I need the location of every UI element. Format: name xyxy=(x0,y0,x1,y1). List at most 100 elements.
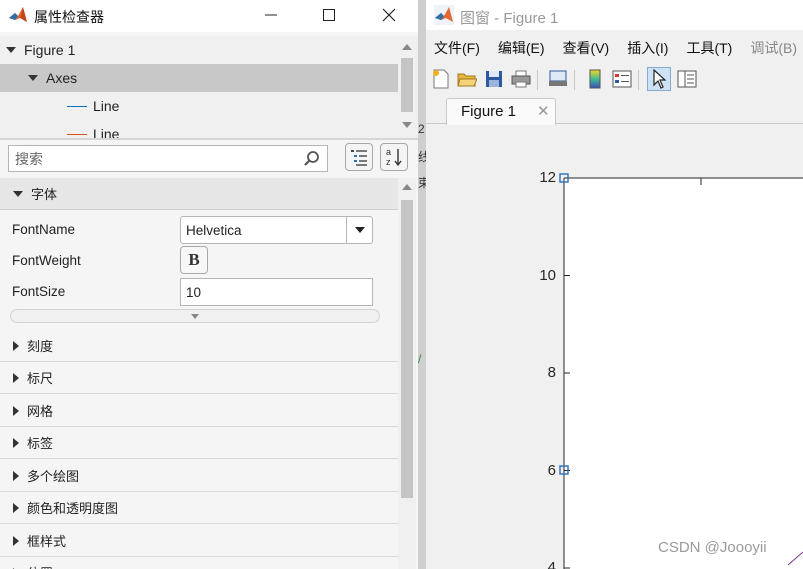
collapse-arrow-icon[interactable] xyxy=(6,47,16,53)
tree-item-figure[interactable]: Figure 1 xyxy=(0,36,398,64)
legend-icon xyxy=(612,70,632,88)
axes[interactable] xyxy=(426,125,803,569)
figure-window: 图窗 - Figure 1 文件(F) 编辑(E) 查看(V) 插入(I) 工具… xyxy=(426,0,803,569)
expand-arrow-icon xyxy=(13,405,19,416)
axes-background xyxy=(564,178,803,569)
section-labels[interactable]: 标签 xyxy=(0,427,398,459)
expand-arrow-icon xyxy=(13,372,19,383)
insert-colorbar-button[interactable] xyxy=(583,67,607,91)
section-color-transparency[interactable]: 颜色和透明度图 xyxy=(0,492,398,524)
show-more-properties-button[interactable] xyxy=(10,309,380,323)
section-label: 标尺 xyxy=(27,371,54,386)
fontname-dropdown[interactable]: Helvetica xyxy=(180,216,373,244)
matlab-logo-icon xyxy=(9,7,27,22)
line-color-icon xyxy=(67,133,87,135)
expand-arrow-icon xyxy=(13,340,19,351)
tab-figure-1[interactable]: Figure 1 ✕ xyxy=(446,98,556,125)
scrollbar-thumb[interactable] xyxy=(401,200,413,498)
section-box-styling[interactable]: 框样式 xyxy=(0,525,398,557)
y-tick-label: 10 xyxy=(539,266,556,284)
properties-scrollbar[interactable] xyxy=(398,178,416,569)
scroll-up-icon[interactable] xyxy=(402,184,412,190)
menu-bar: 文件(F) 编辑(E) 查看(V) 插入(I) 工具(T) 调试(B) xyxy=(426,35,803,61)
section-ticks[interactable]: 刻度 xyxy=(0,330,398,362)
link-plot-button[interactable] xyxy=(546,67,570,91)
collapse-arrow-icon[interactable] xyxy=(28,75,38,81)
y-tick-label: 6 xyxy=(547,461,556,479)
link-plot-icon xyxy=(549,70,567,86)
matlab-logo-icon xyxy=(434,5,454,25)
splitter[interactable] xyxy=(0,138,418,140)
fontsize-value: 10 xyxy=(186,285,202,300)
section-rulers[interactable]: 标尺 xyxy=(0,362,398,394)
list-category-icon xyxy=(351,150,367,166)
scroll-up-icon[interactable] xyxy=(402,44,412,50)
menu-debug[interactable]: 调试(B) xyxy=(750,38,797,58)
fontname-value: Helvetica xyxy=(186,223,242,238)
edit-plot-button[interactable] xyxy=(647,67,671,91)
menu-view[interactable]: 查看(V) xyxy=(563,38,610,58)
y-tick-label: 12 xyxy=(539,169,556,186)
tree-item-line-2[interactable]: Line xyxy=(0,120,398,138)
tree-scrollbar[interactable] xyxy=(398,36,416,138)
y-tick-label: 4 xyxy=(547,559,556,569)
section-label: 多个绘图 xyxy=(27,469,80,484)
section-multiple-plots[interactable]: 多个绘图 xyxy=(0,460,398,492)
close-button[interactable] xyxy=(366,2,412,28)
object-tree: Figure 1 Axes Line Line xyxy=(0,36,418,138)
maximize-button[interactable] xyxy=(306,2,352,28)
dropdown-button[interactable] xyxy=(346,217,372,243)
fontname-label: FontName xyxy=(12,222,76,237)
new-figure-button[interactable] xyxy=(429,67,453,91)
minimize-button[interactable] xyxy=(248,2,294,28)
scrollbar-thumb[interactable] xyxy=(401,58,413,112)
new-file-icon xyxy=(433,69,449,89)
background-window-strip: 2 线 束 / xyxy=(418,0,430,569)
group-by-category-button[interactable] xyxy=(345,143,373,171)
print-button[interactable] xyxy=(509,67,533,91)
search-input[interactable] xyxy=(9,146,299,171)
plot-area: 4 6 8 10 12 CSDN @Joooyii xyxy=(426,125,803,569)
section-grids[interactable]: 网格 xyxy=(0,395,398,427)
fontsize-field[interactable]: 10 xyxy=(180,278,373,306)
tree-item-label: Axes xyxy=(46,70,78,86)
scroll-down-icon[interactable] xyxy=(402,122,412,128)
menu-edit[interactable]: 编辑(E) xyxy=(498,38,545,58)
background-glyph: / xyxy=(418,352,422,366)
menu-insert[interactable]: 插入(I) xyxy=(627,38,668,58)
tree-item-axes[interactable]: Axes xyxy=(0,64,398,92)
expand-arrow-icon xyxy=(13,502,19,513)
search-box xyxy=(8,145,328,172)
sort-alphabetical-button[interactable]: a z xyxy=(380,143,408,171)
sort-az-icon: a z xyxy=(386,147,402,167)
menu-file[interactable]: 文件(F) xyxy=(434,38,480,58)
arrow-pointer-icon xyxy=(653,69,666,89)
inspector-titlebar: 属性检查器 xyxy=(0,0,418,32)
figure-toolbar xyxy=(426,64,803,94)
section-label: 字体 xyxy=(31,187,58,202)
section-font[interactable]: 字体 xyxy=(0,178,398,210)
section-label: 刻度 xyxy=(27,339,54,354)
collapse-arrow-icon xyxy=(13,190,23,197)
expand-arrow-icon xyxy=(13,470,19,481)
tree-item-label: Line xyxy=(93,126,120,138)
close-icon xyxy=(382,8,396,22)
tree-item-line-1[interactable]: Line xyxy=(0,92,398,120)
figure-title: 图窗 - Figure 1 xyxy=(460,10,559,27)
minimize-icon xyxy=(265,14,277,16)
open-file-button[interactable] xyxy=(455,67,479,91)
property-inspector-button[interactable] xyxy=(675,67,699,91)
insert-legend-button[interactable] xyxy=(610,67,634,91)
tab-close-icon[interactable]: ✕ xyxy=(537,102,550,120)
bold-toggle-button[interactable]: B xyxy=(180,246,208,274)
expand-arrow-icon xyxy=(13,535,19,546)
save-icon xyxy=(486,71,502,87)
section-position[interactable]: 位置 xyxy=(0,557,398,569)
svg-text:z: z xyxy=(386,157,391,167)
svg-text:a: a xyxy=(386,147,391,157)
menu-tools[interactable]: 工具(T) xyxy=(686,38,732,58)
search-icon[interactable] xyxy=(303,150,321,168)
save-button[interactable] xyxy=(482,67,506,91)
fontsize-label: FontSize xyxy=(12,284,66,299)
y-tick-label: 8 xyxy=(547,364,556,381)
